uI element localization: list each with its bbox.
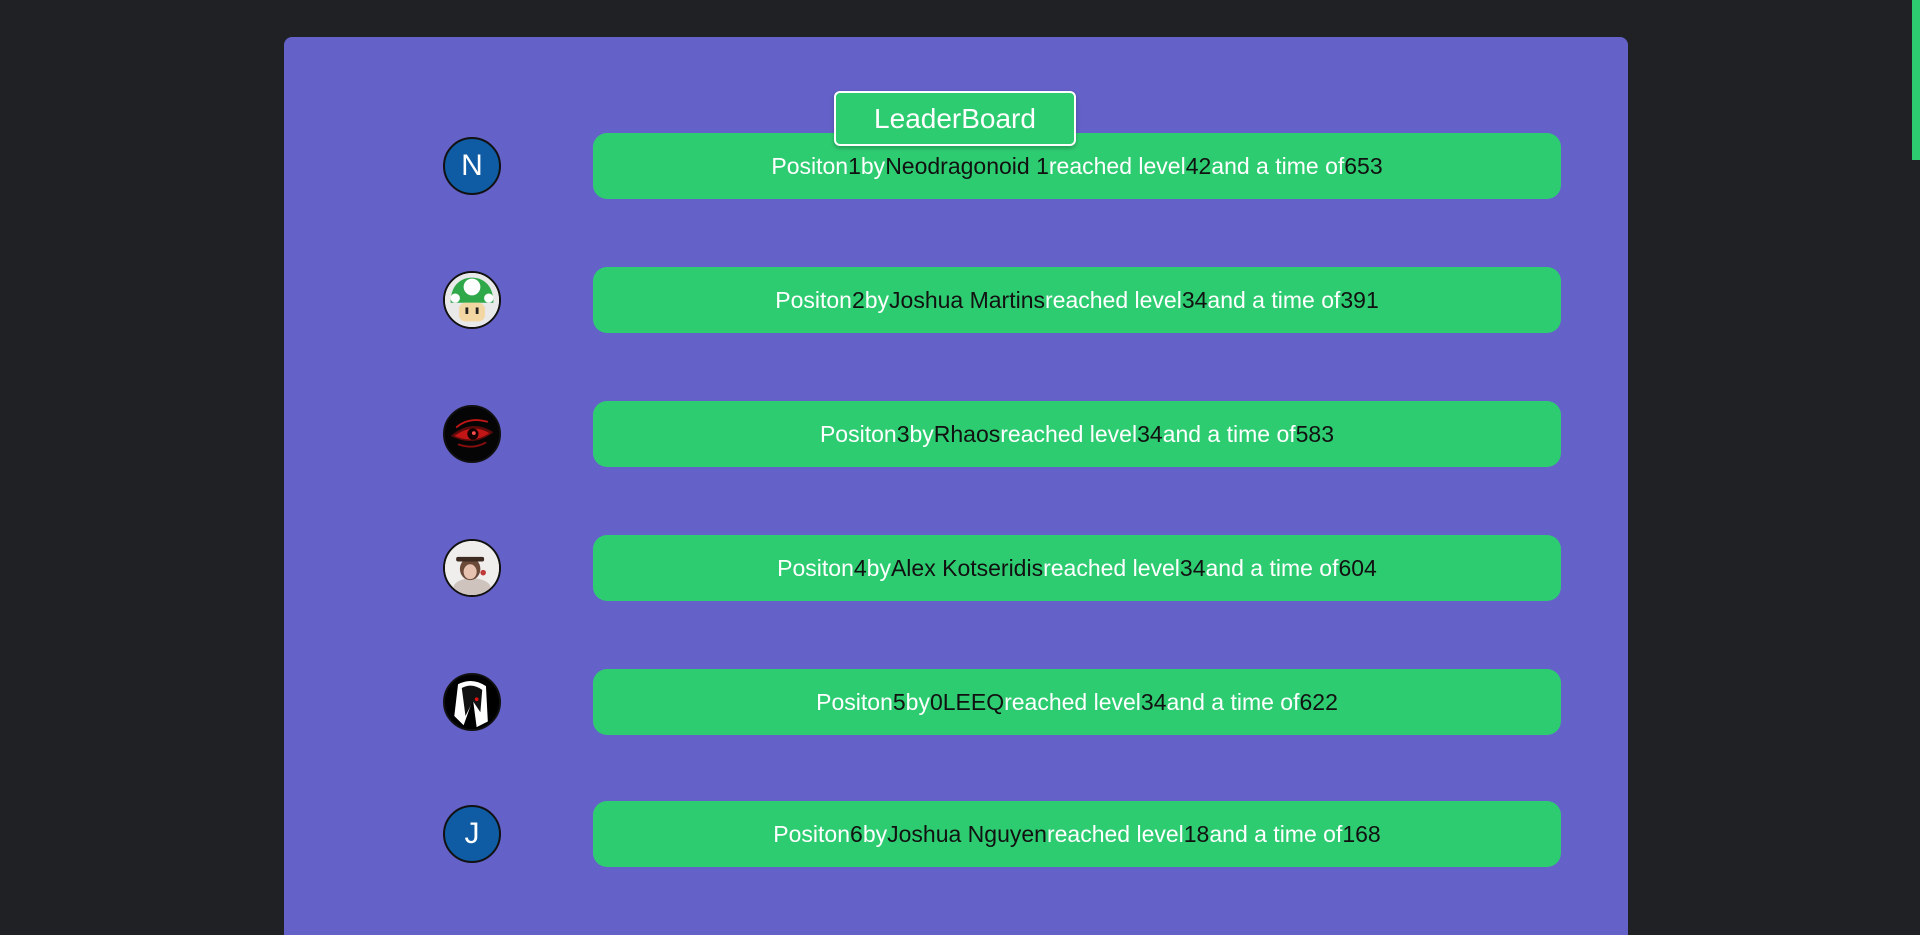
leaderboard-entry: Positon 3 by Rhaos reached level 34 and … <box>593 401 1561 467</box>
leaderboard-row: J Positon 6 by Joshua Nguyen reached lev… <box>284 801 1628 867</box>
level-value: 34 <box>1137 420 1163 447</box>
level-value: 34 <box>1140 688 1167 715</box>
leaderboard-entry: Positon 6 by Joshua Nguyen reached level… <box>593 801 1561 867</box>
level-value: 34 <box>1181 286 1208 313</box>
avatar-letter: N <box>461 149 483 182</box>
position-label: Positon <box>775 286 852 313</box>
page: LeaderBoard N Positon 1 by Neodragonoid … <box>0 0 1920 935</box>
position-label: Positon <box>819 420 897 447</box>
time-label: and a time of <box>1207 286 1341 313</box>
scrollbar-thumb[interactable] <box>1912 0 1920 160</box>
time-value: 653 <box>1344 152 1383 179</box>
level-label: reached level <box>1046 820 1184 847</box>
avatar: N <box>443 137 501 195</box>
dark-hair-character-icon <box>443 673 501 731</box>
player-name: Joshua Martins <box>889 286 1046 313</box>
green-mushroom-icon <box>443 271 501 329</box>
position-label: Positon <box>777 554 854 581</box>
time-label: and a time of <box>1166 688 1300 715</box>
scrollbar[interactable] <box>1912 0 1920 935</box>
time-value: 604 <box>1338 554 1377 581</box>
character-photo-icon <box>443 539 501 597</box>
time-value: 391 <box>1340 286 1379 313</box>
position-label: Positon <box>816 688 893 715</box>
level-label: reached level <box>1043 554 1180 581</box>
position-label: Positon <box>771 152 849 179</box>
level-label: reached level <box>1048 152 1186 179</box>
player-name: Alex Kotseridis <box>890 554 1044 581</box>
level-value: 18 <box>1183 820 1210 847</box>
position-value: 3 <box>896 420 910 447</box>
time-label: and a time of <box>1211 152 1345 179</box>
avatar: J <box>443 805 501 863</box>
level-value: 34 <box>1179 554 1206 581</box>
leaderboard-entry: Positon 5 by 0LEEQ reached level 34 and … <box>593 669 1561 735</box>
by-label: by <box>864 286 890 313</box>
leaderboard-row: Positon 3 by Rhaos reached level 34 and … <box>284 401 1628 467</box>
by-label: by <box>862 820 888 847</box>
time-value: 583 <box>1295 420 1335 447</box>
player-name: Joshua Nguyen <box>887 820 1047 847</box>
time-label: and a time of <box>1209 820 1343 847</box>
time-value: 168 <box>1342 820 1381 847</box>
position-value: 5 <box>892 688 906 715</box>
leaderboard-title: LeaderBoard <box>834 91 1076 146</box>
position-value: 6 <box>850 820 863 847</box>
by-label: by <box>860 152 886 179</box>
level-label: reached level <box>1000 420 1138 447</box>
leaderboard-row: Positon 5 by 0LEEQ reached level 34 and … <box>284 669 1628 735</box>
player-name: 0LEEQ <box>929 688 1005 715</box>
level-value: 42 <box>1185 152 1212 179</box>
player-name: Rhaos <box>933 420 1001 447</box>
by-label: by <box>905 688 930 715</box>
leaderboard-entry: Positon 2 by Joshua Martins reached leve… <box>593 267 1561 333</box>
leaderboard-row: Positon 2 by Joshua Martins reached leve… <box>284 267 1628 333</box>
position-value: 1 <box>848 152 861 179</box>
time-label: and a time of <box>1205 554 1339 581</box>
position-label: Positon <box>773 820 851 847</box>
leaderboard-entry: Positon 4 by Alex Kotseridis reached lev… <box>593 535 1561 601</box>
position-value: 2 <box>851 286 865 313</box>
by-label: by <box>909 420 934 447</box>
avatar-letter: J <box>464 817 480 850</box>
time-value: 622 <box>1299 688 1338 715</box>
red-eye-icon <box>443 405 501 463</box>
time-label: and a time of <box>1162 420 1296 447</box>
leaderboard-row: Positon 4 by Alex Kotseridis reached lev… <box>284 535 1628 601</box>
by-label: by <box>866 554 891 581</box>
level-label: reached level <box>1004 688 1141 715</box>
level-label: reached level <box>1045 286 1182 313</box>
player-name: Neodragonoid 1 <box>885 152 1049 179</box>
position-value: 4 <box>853 554 867 581</box>
leaderboard-entry: Positon 1 by Neodragonoid 1 reached leve… <box>593 133 1561 199</box>
